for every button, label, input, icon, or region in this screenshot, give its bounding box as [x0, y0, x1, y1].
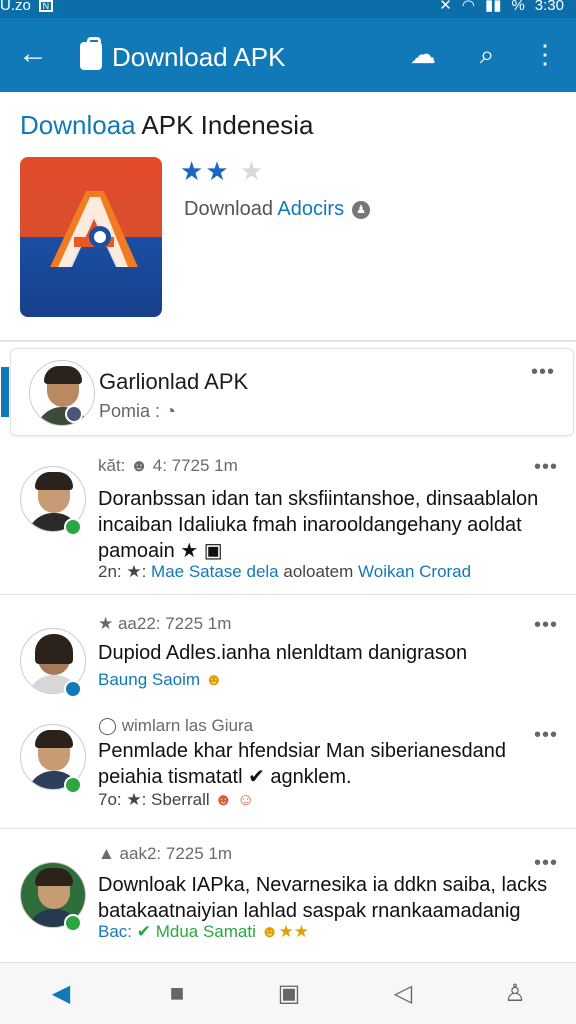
more-options-icon[interactable]: ••• [534, 456, 558, 479]
featured-sub: Pomia : ◔ [99, 401, 176, 421]
post-meta: ◯ wimlarn las Giura [98, 716, 254, 735]
verified-badge-icon [65, 405, 83, 423]
badge-icon [64, 680, 82, 698]
post-meta: ▲ aak2: 7225 1m [98, 844, 233, 863]
post-body: Downloak IAPka, Nevarnesika ia ddkn saib… [98, 874, 548, 922]
badge-icon [64, 776, 82, 794]
app-bar: ← Download APK ☁ ⌕ ⋮ [0, 18, 576, 92]
featured-card[interactable]: Garlionlad APK Pomia : ◔ ••• [1, 348, 574, 436]
sim-icon: N [38, 0, 53, 12]
search-icon[interactable]: ⌕ [470, 38, 504, 70]
star-filled-icon: ★ [205, 156, 231, 186]
nav-square-icon[interactable]: ■ [160, 979, 194, 1009]
battery-indicator: % [511, 0, 525, 14]
page-title: Downloaa APK Indenesia [20, 110, 314, 140]
post-footer: 7o: ★: Sberrall ☻ ☺ [98, 790, 255, 809]
clock-icon: ◔ [165, 401, 176, 421]
star-empty-icon: ★ [239, 156, 266, 186]
avatar[interactable] [29, 360, 95, 426]
nav-profile-icon[interactable]: ♙ [498, 979, 532, 1009]
download-link[interactable]: Download Adocirs ♟ [184, 198, 371, 221]
overflow-menu-icon[interactable]: ⋮ [528, 38, 562, 70]
post-footer: Bac: ✔ Mdua Samati ☻★★ [98, 922, 309, 941]
signal-icon: ▮▮ [484, 0, 502, 14]
featured-name: Garlionlad APK [99, 369, 249, 394]
nav-book-icon[interactable]: ▣ [272, 979, 306, 1009]
post-body: Dupiod Adles.ianha nlenldtam danigrason [98, 642, 468, 664]
post-body: Doranbssan idan tan sksfiintanshoe, dins… [98, 488, 539, 562]
post-footer: 2n: ★: Mae Satase dela aoloatem Woikan C… [98, 562, 472, 581]
star-filled-icon: ★ [180, 156, 206, 186]
more-options-icon[interactable]: ••• [531, 361, 555, 384]
more-options-icon[interactable]: ••• [534, 724, 558, 747]
back-arrow-icon[interactable]: ← [18, 36, 48, 72]
status-bar: U.zo N ✕ ◠ ▮▮ % 3:30 [0, 0, 576, 18]
post-meta: kăt: ☻ 4: 7725 1m [98, 456, 238, 475]
main-content: Downloaa APK Indenesia ★★ ★ Download Ado… [0, 92, 576, 962]
logo-a-icon [50, 191, 138, 267]
badge-icon [64, 518, 82, 536]
more-options-icon[interactable]: ••• [534, 614, 558, 637]
bottom-nav: ◀ ■ ▣ ◁ ♙ [0, 962, 576, 1024]
divider [0, 594, 576, 595]
nav-notification-icon[interactable]: ◁ [386, 979, 420, 1009]
person-icon: ♟ [352, 200, 371, 219]
app-bar-title: Download APK [112, 42, 286, 72]
status-time-right: 3:30 [534, 0, 564, 14]
nav-back-icon[interactable]: ◀ [44, 979, 78, 1009]
post-meta: ★ aa22: 7225 1m [98, 614, 232, 633]
status-time-left: U.zo [0, 0, 31, 14]
app-logo[interactable] [20, 157, 162, 317]
featured-accent-bar [1, 367, 9, 417]
rating-stars: ★★ ★ [180, 156, 265, 187]
badge-icon [64, 914, 82, 932]
app-lock-icon [80, 37, 102, 70]
app-hero: Downloaa APK Indenesia ★★ ★ Download Ado… [0, 92, 576, 342]
mute-icon: ✕ [439, 0, 452, 14]
post-footer: Baung Saoim ☻ [98, 670, 223, 689]
post-body: Penmlade khar hfendsiar Man siberianesda… [98, 740, 507, 788]
divider [0, 828, 576, 829]
chat-icon[interactable]: ☁ [406, 38, 440, 70]
wifi-icon: ◠ [461, 0, 475, 14]
